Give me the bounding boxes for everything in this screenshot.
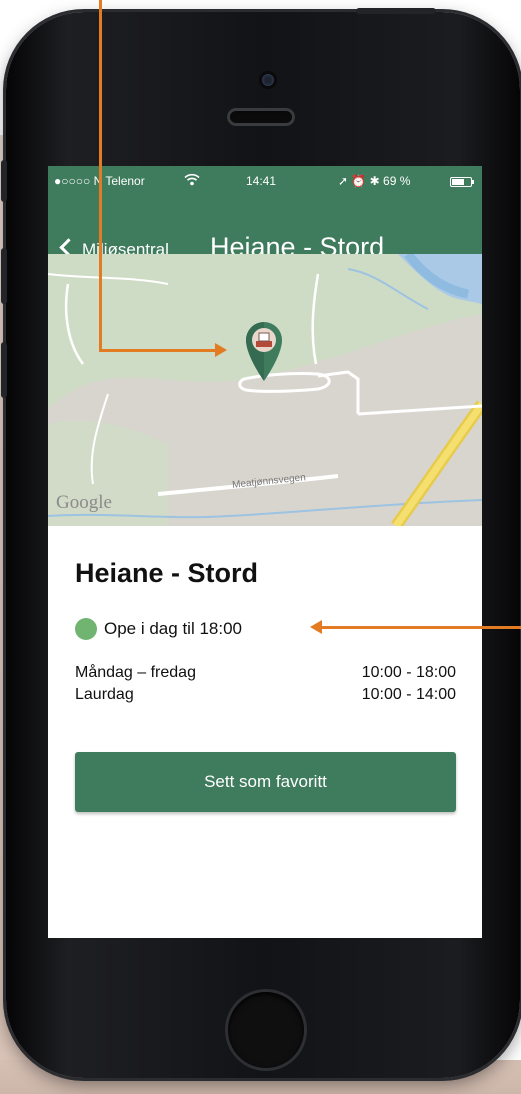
wifi-icon <box>184 173 200 186</box>
station-title: Heiane - Stord <box>75 558 259 588</box>
home-button[interactable] <box>228 992 304 1068</box>
earpiece-speaker <box>227 108 295 126</box>
hours-day: Laurdag <box>75 686 134 703</box>
hours-time: 10:00 - 18:00 <box>361 664 456 681</box>
volume-up-button <box>1 248 7 304</box>
annotation-line-vertical <box>99 0 102 351</box>
navigation-bar: Miljøsentral Heiane - Stord <box>48 194 482 262</box>
battery-icon <box>450 177 472 187</box>
google-attribution: Google <box>56 492 112 513</box>
annotation-arrowhead <box>310 620 322 634</box>
map-view[interactable]: Google Meatjønnsvegen <box>48 254 482 526</box>
annotation-arrowhead <box>215 343 227 357</box>
battery-tip <box>472 180 474 184</box>
set-favorite-button[interactable]: Sett som favoritt <box>75 752 456 812</box>
open-status-text: Ope i dag til 18:00 <box>104 619 242 638</box>
volume-down-button <box>1 342 7 398</box>
power-button <box>356 8 436 14</box>
open-status-dot-icon <box>75 618 97 640</box>
mute-switch <box>1 160 7 202</box>
clock: 14:41 <box>246 174 277 188</box>
hours-day: Måndag – fredag <box>75 664 196 681</box>
status-indicators: ➚ ⏰ ✱ 69 % <box>338 174 411 188</box>
hours-time: 10:00 - 14:00 <box>361 686 456 703</box>
annotation-line-right <box>322 626 521 629</box>
front-camera <box>262 74 274 86</box>
app-screen: ●○○○○ N Telenor 14:41 ➚ ⏰ ✱ 69 % Miljøse… <box>48 166 482 938</box>
annotation-line-horizontal <box>99 349 217 352</box>
status-bar: ●○○○○ N Telenor 14:41 ➚ ⏰ ✱ 69 % <box>48 166 482 194</box>
recycling-station-pin-icon[interactable] <box>244 320 284 382</box>
